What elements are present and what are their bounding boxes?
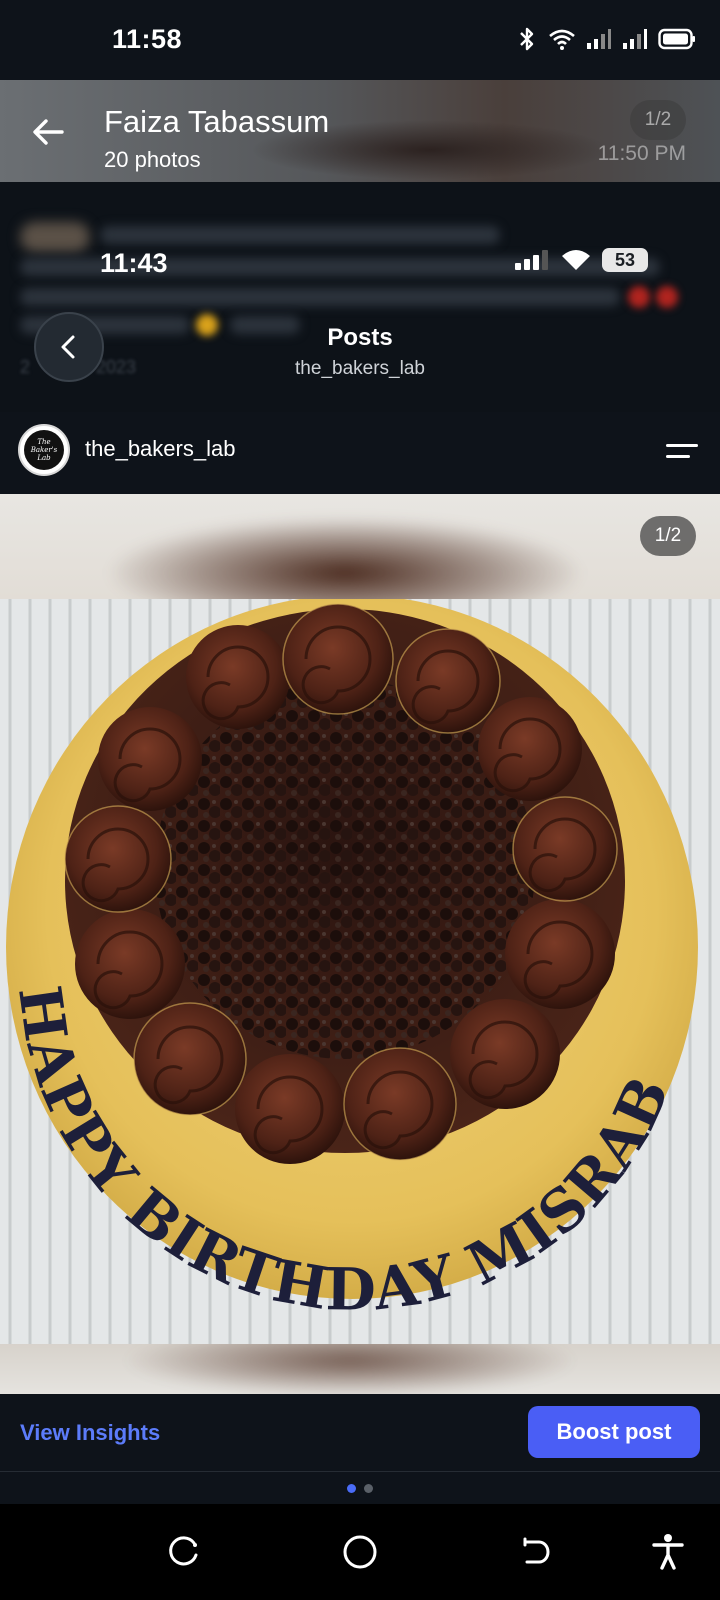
avatar[interactable]: The Baker's Lab <box>18 424 70 476</box>
back-icon[interactable] <box>516 1532 556 1572</box>
battery-icon <box>658 28 695 50</box>
menu-icon[interactable] <box>664 438 700 464</box>
bluetooth-icon <box>520 27 534 51</box>
view-insights-link[interactable]: View Insights <box>20 1420 160 1446</box>
boost-post-button[interactable]: Boost post <box>528 1406 700 1458</box>
post-image[interactable]: HAPPY BIRTHDAY MISRAB 1/2 <box>0 494 720 1394</box>
recents-icon[interactable] <box>164 1532 204 1572</box>
chocolate-chips <box>155 679 535 1059</box>
gallery-counter: 1/2 <box>630 100 686 140</box>
wifi-icon <box>562 250 590 270</box>
home-icon[interactable] <box>340 1532 380 1572</box>
wifi-icon <box>549 29 575 50</box>
pagination-dot[interactable] <box>364 1483 373 1493</box>
avatar-logo-text: The Baker's Lab <box>30 438 58 462</box>
embedded-subtitle: the_bakers_lab <box>295 358 425 379</box>
gallery-title: Faiza Tabassum <box>104 104 330 139</box>
action-bar: View Insights Boost post <box>0 1394 720 1472</box>
post-username[interactable]: the_bakers_lab <box>85 436 235 462</box>
system-nav-bar <box>0 1504 720 1600</box>
image-counter: 1/2 <box>640 516 696 556</box>
blurred-caption-line <box>100 226 500 244</box>
cake-photo: HAPPY BIRTHDAY MISRAB <box>0 599 720 1344</box>
signal-icon-2 <box>623 29 647 49</box>
gallery-header: Faiza Tabassum 20 photos 1/2 11:50 PM <box>0 80 720 182</box>
status-icons <box>516 26 696 52</box>
status-time: 11:58 <box>112 24 183 54</box>
embedded-status-time: 11:43 <box>100 248 168 278</box>
embedded-status-icons: 53 <box>514 248 648 272</box>
battery-icon: 53 <box>602 248 648 272</box>
back-arrow-icon[interactable] <box>28 112 68 152</box>
blurred-emoji <box>628 286 650 308</box>
pagination-dots <box>0 1472 720 1504</box>
accessibility-icon[interactable] <box>648 1532 688 1572</box>
gallery-subtitle: 20 photos <box>104 147 201 172</box>
blurred-avatar <box>20 222 90 252</box>
gallery-time: 11:50 PM <box>597 142 686 165</box>
blurred-caption-line <box>20 288 620 306</box>
embedded-title: Posts <box>327 324 393 351</box>
post-header: The Baker's Lab the_bakers_lab <box>0 412 720 494</box>
signal-icon <box>515 250 548 270</box>
status-bar: 11:58 <box>0 0 720 80</box>
avatar-logo: The Baker's Lab <box>24 430 64 470</box>
signal-icon <box>587 29 611 49</box>
pagination-dot-active[interactable] <box>347 1483 356 1493</box>
blurred-emoji <box>656 286 678 308</box>
embedded-screenshot: 11:43 53 2 r 2023 Posts the_bakers_lab <box>0 182 720 412</box>
